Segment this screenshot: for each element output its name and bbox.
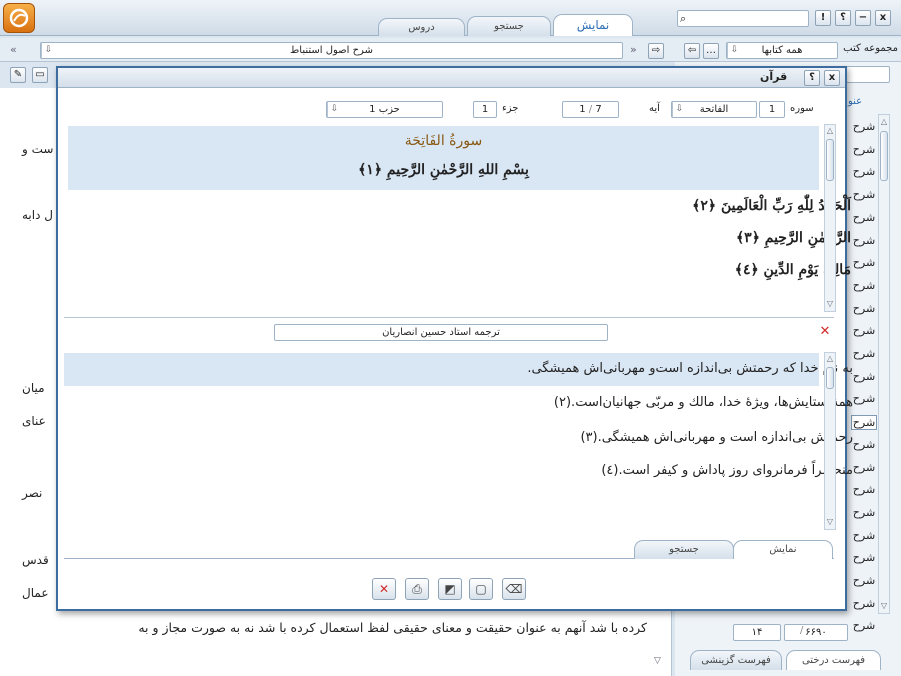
sura-label: سوره	[790, 103, 814, 114]
translator-select[interactable]: ترجمه استاد حسین انصاریان	[274, 324, 608, 341]
bg-text-fragment: ل دابه	[22, 208, 53, 222]
sidebar-header: عنو	[848, 96, 863, 107]
scroll-down-icon[interactable]: ▽	[825, 299, 835, 309]
scroll-up-icon[interactable]: △	[825, 126, 835, 136]
sidebar-list-item[interactable]: شرح	[851, 574, 877, 587]
tab-lessons[interactable]: دروس	[378, 18, 465, 36]
tab-tree-list[interactable]: فهرست درختی	[786, 650, 881, 670]
sidebar-list-item[interactable]: شرح	[851, 211, 877, 224]
sura-title: سورةُ الفَاتِحَة	[404, 133, 483, 149]
dialog-titlebar	[58, 68, 845, 88]
juz-input[interactable]: 1	[473, 101, 497, 118]
sidebar-search-input[interactable]	[846, 66, 890, 83]
sidebar-list-item[interactable]: شرح	[851, 234, 877, 247]
bg-text-fragment: ست و	[22, 142, 54, 156]
sidebar-list-item[interactable]: شرح	[851, 483, 877, 496]
back-chevrons-icon[interactable]: «	[10, 43, 17, 56]
app-logo-icon[interactable]	[3, 3, 35, 33]
translation-scrollbar[interactable]: △ ▽	[824, 352, 836, 530]
tab-selected-list[interactable]: فهرست گزینشی	[690, 650, 782, 670]
dialog-title: قرآن	[760, 70, 788, 83]
scroll-thumb[interactable]	[826, 367, 834, 389]
sidebar-list-item[interactable]: شرح	[851, 279, 877, 292]
sidebar-list-item[interactable]: شرح	[851, 506, 877, 519]
translation-line: به نام خدا كه رحمتش بی‌اندازه است‌و مهرب…	[527, 361, 853, 376]
sidebar-list-item[interactable]: شرح	[851, 529, 877, 542]
pane-divider	[64, 317, 834, 318]
tab-search[interactable]: جستجو	[467, 16, 551, 36]
scroll-up-icon[interactable]: △	[825, 354, 835, 364]
dialog-tab-search[interactable]: جستجو	[634, 540, 734, 559]
dialog-close-button[interactable]: x	[824, 70, 840, 86]
settings-icon[interactable]: ✎	[10, 67, 26, 83]
scroll-thumb[interactable]	[880, 131, 888, 181]
clear-icon[interactable]: ⌫	[502, 578, 526, 600]
sidebar-list-item[interactable]: شرح	[851, 461, 877, 474]
more-button[interactable]: …	[703, 43, 719, 59]
go-forward-button[interactable]: ⇨	[648, 43, 664, 59]
page-number-field[interactable]: ۱۴	[733, 624, 781, 641]
dialog-tab-display[interactable]: نمایش	[733, 540, 833, 559]
scroll-down-icon[interactable]: ▽	[825, 517, 835, 527]
sidebar-list-item[interactable]: شرح	[851, 619, 877, 632]
bg-bottom-line: كرده با شد آنهم به عنوان حقیقت و معنای ح…	[138, 620, 647, 635]
sidebar-list-item[interactable]: شرح	[851, 392, 877, 405]
bg-text-fragment: عمال	[22, 586, 49, 600]
page-field[interactable]: ۶۶۹۰	[784, 624, 848, 641]
sidebar-list-item[interactable]: شرح	[851, 256, 877, 269]
sidebar-list-item[interactable]: شرح	[851, 370, 877, 383]
bg-text-fragment: قدس	[22, 553, 49, 567]
aya-label: آیه	[649, 103, 660, 114]
go-back-button[interactable]: ⇦	[684, 43, 700, 59]
sidebar-list-item[interactable]: شرح	[851, 165, 877, 178]
sura-number-input[interactable]: 1	[759, 101, 785, 118]
scroll-down-icon[interactable]: ▽	[879, 601, 889, 611]
sidebar-list-item[interactable]: شرح	[851, 188, 877, 201]
scroll-thumb[interactable]	[826, 139, 834, 181]
translation-line: منحصراً فرمانروای روز پاداش و كیفر است.(…	[601, 463, 853, 478]
bg-text-fragment: میان	[22, 381, 45, 395]
translation-line: رحمتش بی‌اندازه است و مهربانی‌اش همیشگی.…	[580, 430, 853, 445]
info-button[interactable]: !	[815, 10, 831, 26]
close-icon[interactable]: ✕	[372, 578, 396, 600]
page-divider-slash: /	[800, 625, 804, 636]
collection-select[interactable]: ⇩ همه كتابها	[726, 42, 838, 59]
verse-basmala: بِسْمِ اللهِ الرَّحْمٰنِ الرَّحِيمِ ﴿١﴾	[358, 162, 529, 178]
sidebar-list-item[interactable]: شرح	[851, 347, 877, 360]
close-button[interactable]: x	[875, 10, 891, 26]
bg-text-fragment: عنای	[22, 414, 46, 428]
print-icon[interactable]: ⎙	[405, 578, 429, 600]
sidebar-list-item[interactable]: شرح	[851, 120, 877, 133]
sidebar-list-item[interactable]: شرح	[851, 551, 877, 564]
tab-display[interactable]: نمایش	[553, 14, 633, 36]
sidebar-list-item[interactable]: شرح	[851, 438, 877, 451]
book-title-field[interactable]: ⇩ شرح اصول استنباط	[40, 42, 623, 59]
dialog-help-button[interactable]: ؟	[804, 70, 820, 86]
layout-icon[interactable]: ▭	[32, 67, 48, 83]
forward-chevrons-icon[interactable]: »	[630, 43, 637, 56]
sidebar-list-item[interactable]: شرح	[851, 302, 877, 315]
main-scroll-down-icon[interactable]: ▽	[654, 656, 661, 666]
search-icon[interactable]: ⌕	[680, 11, 686, 26]
copy-icon[interactable]: ▢	[469, 578, 493, 600]
collection-label: مجموعه كتب	[843, 43, 898, 54]
close-translation-icon[interactable]: ✕	[818, 325, 832, 339]
bg-text-fragment: نصر	[22, 486, 43, 500]
sidebar-list-item[interactable]: شرح	[851, 143, 877, 156]
global-search-input[interactable]: ⌕	[677, 10, 809, 27]
sura-select[interactable]: ⇩ الفاتحة	[671, 101, 757, 118]
quran-scrollbar[interactable]: △ ▽	[824, 124, 836, 312]
translation-line: همهٔ ستایش‌ها، ویژهٔ خدا، مالك و مربّی ج…	[553, 395, 853, 410]
sidebar-scrollbar[interactable]: △ ▽	[878, 114, 890, 614]
sidebar-list-item[interactable]: شرح	[851, 597, 877, 610]
scroll-up-icon[interactable]: △	[879, 117, 889, 127]
juz-label: جزء	[502, 103, 519, 114]
help-button[interactable]: ؟	[835, 10, 851, 26]
sidebar-list-item[interactable]: شرح	[851, 324, 877, 337]
minimize-button[interactable]: −	[855, 10, 871, 26]
sidebar-list-item[interactable]: شرح	[851, 415, 877, 431]
aya-input[interactable]: 1 / 7	[562, 101, 619, 118]
export-icon[interactable]: ◩	[438, 578, 462, 600]
hizb-select[interactable]: ⇩ حزب 1	[326, 101, 443, 118]
